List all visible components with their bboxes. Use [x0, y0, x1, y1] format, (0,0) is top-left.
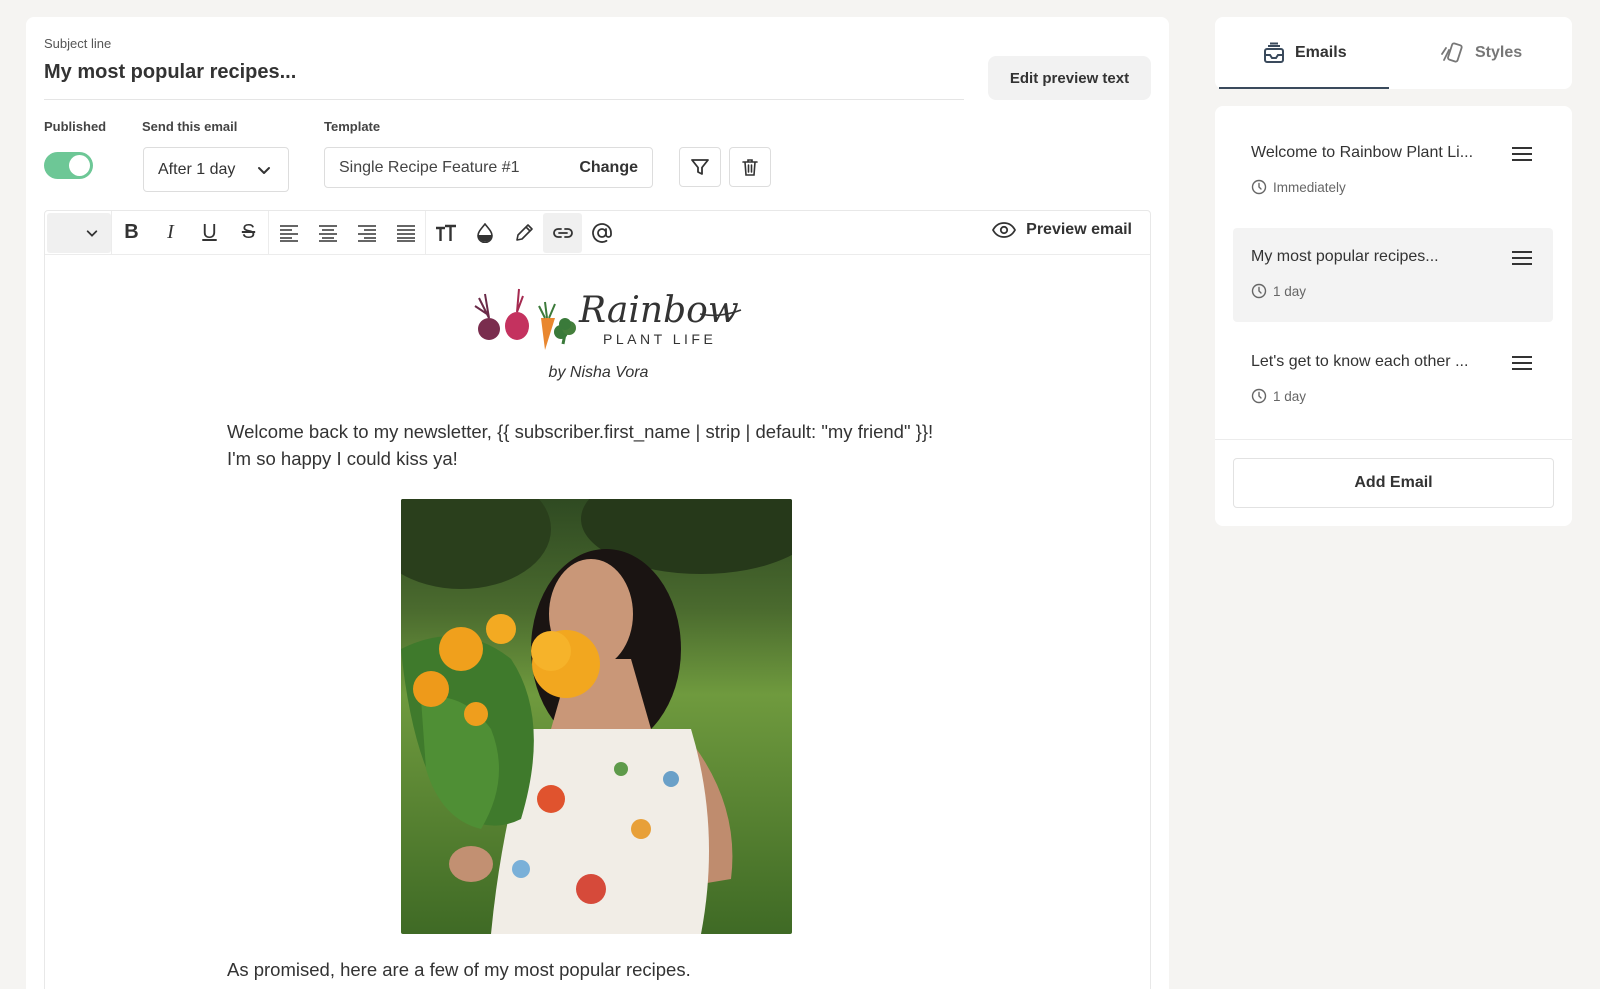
- template-field: Single Recipe Feature #1 Change: [324, 147, 653, 188]
- block-format-dropdown[interactable]: [47, 212, 111, 253]
- preview-email-label: Preview email: [1026, 221, 1132, 238]
- vegetables-logo-icon: Rainbow PLANT LIFE: [474, 288, 742, 350]
- align-left-button[interactable]: [269, 213, 308, 253]
- tab-emails-label: Emails: [1295, 44, 1347, 61]
- align-center-icon: [318, 224, 337, 242]
- italic-icon: I: [167, 221, 174, 243]
- trash-icon: [742, 159, 758, 176]
- drag-handle-icon[interactable]: [1511, 250, 1533, 266]
- toggle-knob: [69, 155, 90, 176]
- align-left-icon: [279, 224, 298, 242]
- template-label: Template: [324, 119, 381, 134]
- delete-button[interactable]: [729, 147, 771, 187]
- bold-icon: B: [124, 221, 139, 243]
- drag-handle-icon[interactable]: [1511, 146, 1533, 162]
- align-justify-button[interactable]: [386, 213, 425, 253]
- filter-icon: [691, 159, 709, 175]
- email-list-item[interactable]: Welcome to Rainbow Plant Li... Immediate…: [1233, 124, 1553, 218]
- change-template-button[interactable]: Change: [579, 159, 638, 177]
- email-list-item[interactable]: My most popular recipes... 1 day: [1233, 228, 1553, 322]
- email-item-title: Welcome to Rainbow Plant Li...: [1251, 144, 1474, 161]
- italic-button[interactable]: I: [151, 213, 190, 253]
- strikethrough-button[interactable]: S: [229, 213, 268, 253]
- subject-label: Subject line: [44, 36, 112, 51]
- editor-toolbar: B I U S Preview email: [45, 210, 1150, 255]
- welcome-line-2: I'm so happy I could kiss ya!: [227, 448, 458, 469]
- send-label: Send this email: [142, 119, 238, 134]
- inbox-icon: [1264, 42, 1284, 63]
- active-tab-indicator: [1219, 87, 1389, 89]
- welcome-line-1: Welcome back to my newsletter, {{ subscr…: [227, 421, 934, 442]
- send-delay-select[interactable]: After 1 day: [143, 147, 289, 192]
- published-label: Published: [44, 119, 107, 134]
- strikethrough-icon: S: [241, 221, 256, 243]
- color-drop-icon: [476, 222, 493, 243]
- panel-tabs: Emails Styles: [1215, 17, 1572, 89]
- email-item-delay-text: 1 day: [1273, 283, 1307, 299]
- underline-button[interactable]: U: [190, 213, 229, 253]
- clock-icon: [1251, 388, 1267, 404]
- filter-button[interactable]: [679, 147, 721, 187]
- list-divider: [1215, 439, 1572, 440]
- preview-email-button[interactable]: Preview email: [992, 221, 1132, 239]
- at-sign-icon: [591, 222, 612, 243]
- clock-icon: [1251, 179, 1267, 195]
- eye-icon: [992, 222, 1017, 238]
- recipes-intro-paragraph: As promised, here are a few of my most p…: [227, 959, 691, 980]
- logo-byline: by Nisha Vora: [548, 364, 649, 381]
- subject-underline: [44, 99, 964, 100]
- email-list-item[interactable]: Let's get to know each other ... 1 day: [1233, 333, 1553, 427]
- email-item-delay: 1 day: [1251, 388, 1306, 404]
- text-size-button[interactable]: [426, 213, 465, 253]
- send-delay-value: After 1 day: [158, 160, 236, 178]
- subject-input[interactable]: My most popular recipes...: [44, 61, 296, 84]
- clock-icon: [1251, 283, 1267, 299]
- email-item-delay-text: Immediately: [1273, 179, 1346, 195]
- email-item-title: My most popular recipes...: [1251, 248, 1439, 265]
- logo-subtext: PLANT LIFE: [603, 331, 716, 347]
- email-item-delay: 1 day: [1251, 283, 1306, 299]
- chevron-down-icon: [86, 229, 98, 237]
- template-value: Single Recipe Feature #1: [339, 158, 520, 176]
- link-button[interactable]: [543, 212, 582, 253]
- published-toggle[interactable]: [44, 152, 93, 179]
- logo-script-text: Rainbow: [578, 290, 739, 331]
- link-icon: [552, 227, 573, 238]
- email-item-title: Let's get to know each other ...: [1251, 353, 1469, 370]
- text-size-icon: [435, 224, 456, 241]
- align-right-button[interactable]: [347, 213, 386, 253]
- email-item-delay-text: 1 day: [1273, 388, 1307, 404]
- drag-handle-icon[interactable]: [1511, 355, 1533, 371]
- rich-text-editor: B I U S Preview email Rainbow PLANT LIFE…: [44, 210, 1151, 989]
- mention-button[interactable]: [582, 213, 621, 253]
- chevron-down-icon: [258, 167, 270, 174]
- rainbow-plant-life-logo: Rainbow PLANT LIFE: [465, 284, 755, 354]
- highlight-button[interactable]: [504, 213, 543, 253]
- align-right-icon: [357, 224, 376, 242]
- tab-emails[interactable]: Emails: [1263, 17, 1347, 89]
- align-justify-icon: [396, 224, 415, 242]
- photo-woman-with-marigolds[interactable]: [401, 499, 792, 934]
- pencil-icon: [515, 223, 533, 241]
- palette-icon: [1441, 42, 1463, 63]
- tab-styles[interactable]: Styles: [1441, 17, 1522, 89]
- align-center-button[interactable]: [308, 213, 347, 253]
- edit-preview-text-button[interactable]: Edit preview text: [988, 56, 1151, 100]
- add-email-button[interactable]: Add Email: [1233, 458, 1554, 508]
- underline-icon: U: [202, 221, 217, 243]
- email-item-delay: Immediately: [1251, 179, 1346, 195]
- tab-styles-label: Styles: [1475, 44, 1523, 61]
- email-editor-card: Subject line My most popular recipes... …: [26, 17, 1169, 989]
- bold-button[interactable]: B: [112, 213, 151, 253]
- welcome-paragraph: Welcome back to my newsletter, {{ subscr…: [227, 418, 987, 472]
- emails-list-card: Welcome to Rainbow Plant Li... Immediate…: [1215, 106, 1572, 526]
- text-color-button[interactable]: [465, 213, 504, 253]
- photo-image: [401, 499, 792, 934]
